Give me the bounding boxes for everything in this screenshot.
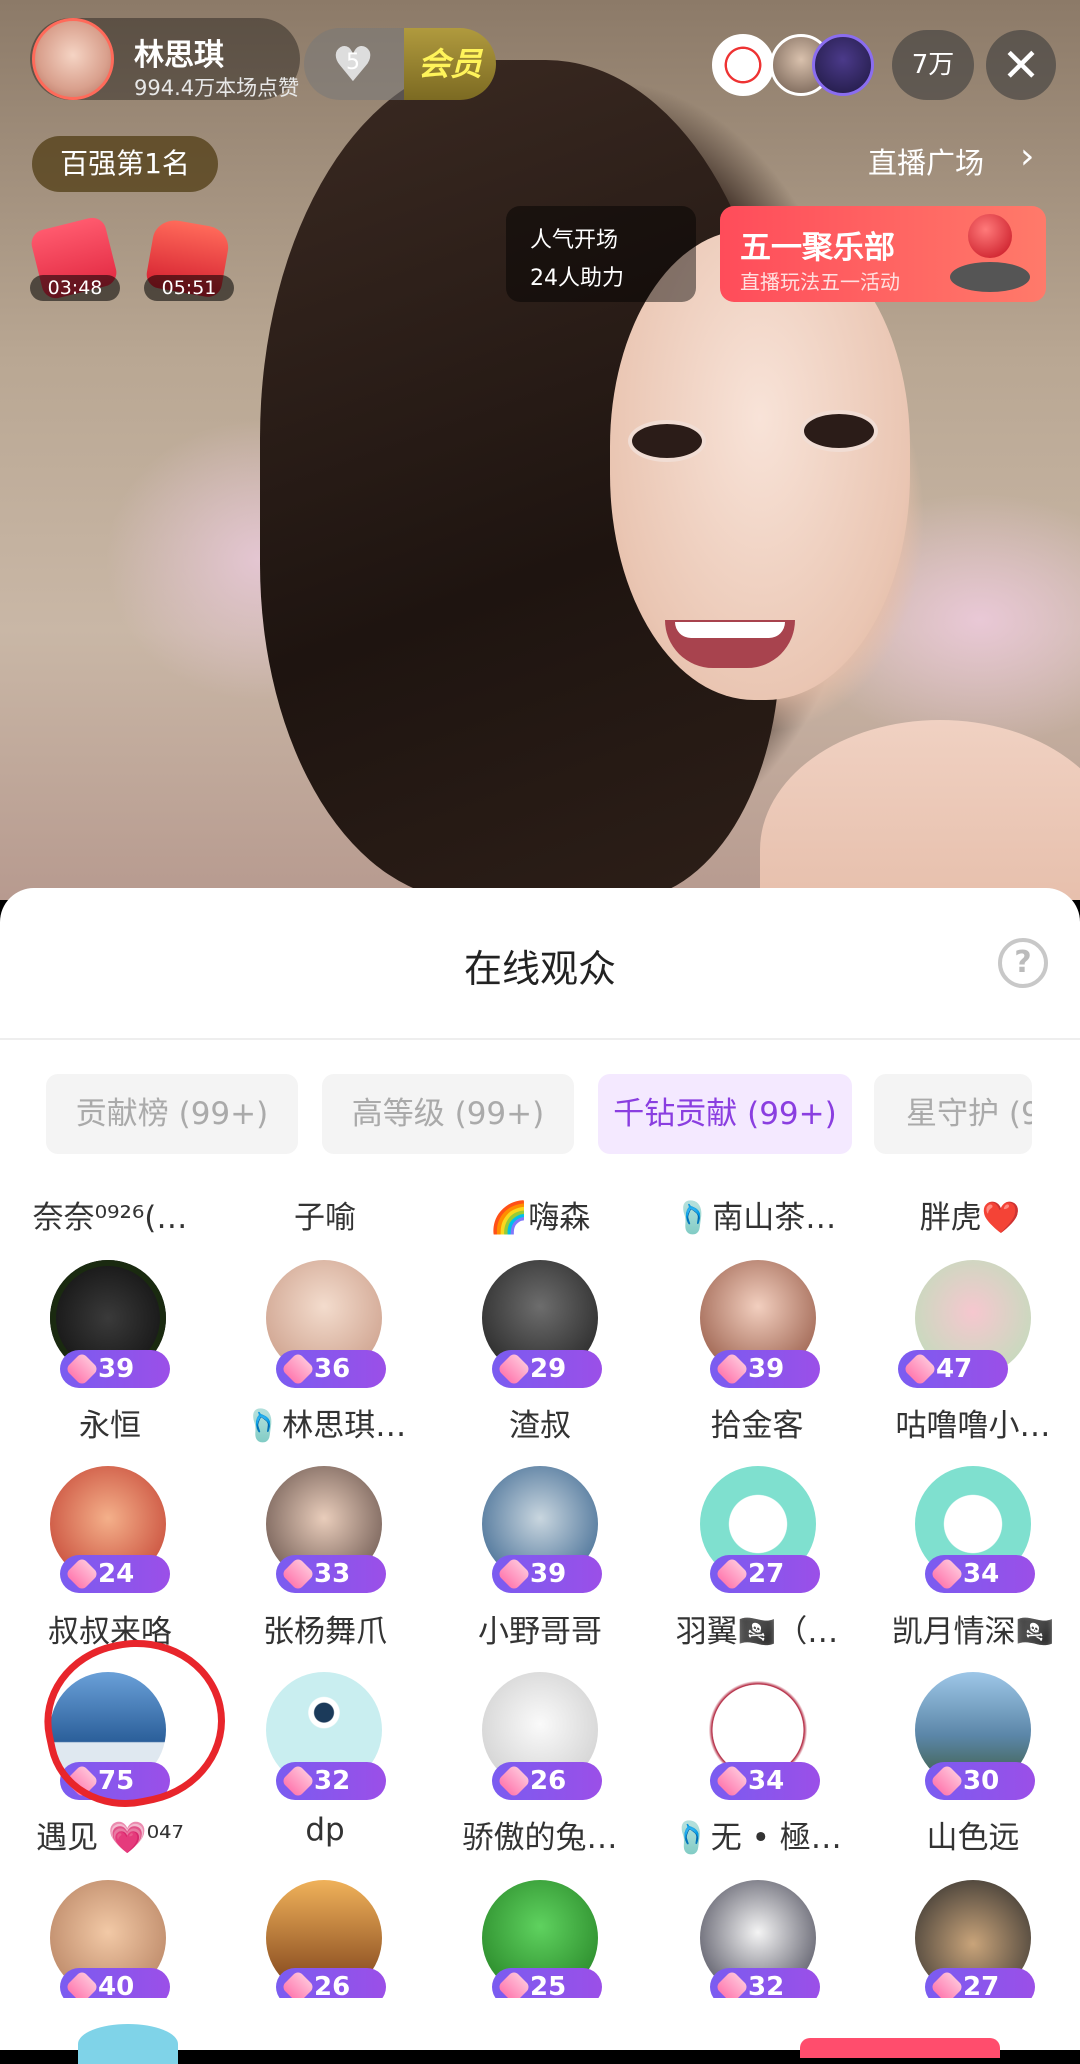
level-number: 36 <box>314 1354 351 1384</box>
gem-icon <box>930 1764 964 1798</box>
gem-icon <box>497 1764 531 1798</box>
tab-high-level[interactable]: 高等级 (99+) <box>322 1074 574 1154</box>
streamer-eye <box>628 420 706 462</box>
level-badge: 47 <box>898 1350 1008 1388</box>
level-badge: 33 <box>276 1555 386 1593</box>
joystick-icon-base <box>950 262 1030 292</box>
joystick-icon <box>968 214 1012 258</box>
viewer-name[interactable]: 骄傲的兔… <box>435 1812 645 1857</box>
envelope-timer: 05:51 <box>144 275 234 301</box>
gem-icon <box>715 1764 749 1798</box>
level-number: 27 <box>748 1559 785 1589</box>
level-badge: 39 <box>710 1350 820 1388</box>
gem-icon <box>497 1352 531 1386</box>
red-envelope[interactable]: 05:51 <box>144 215 234 301</box>
viewer-name[interactable]: 子喻 <box>225 1192 425 1237</box>
level-number: 34 <box>963 1559 1000 1589</box>
level-badge: 27 <box>710 1555 820 1593</box>
viewer-name[interactable]: 拾金客 <box>652 1400 862 1445</box>
vip-button[interactable]: 会员 <box>404 28 496 100</box>
bottom-mascot-icon[interactable] <box>78 2024 178 2064</box>
host-name[interactable]: 林思琪 <box>134 30 224 74</box>
audience-count-button[interactable]: 7万 <box>892 30 974 100</box>
viewer-name[interactable]: 🌈嗨森 <box>440 1192 640 1237</box>
gem-icon <box>281 1352 315 1386</box>
level-badge: 30 <box>925 1762 1035 1800</box>
viewer-name[interactable]: 🩴南山茶… <box>655 1192 855 1237</box>
streamer-eye <box>800 410 878 452</box>
live-square-link[interactable]: 直播广场 <box>868 140 984 182</box>
envelope-timer: 03:48 <box>30 275 120 301</box>
viewer-name[interactable]: 张杨舞爪 <box>220 1606 430 1651</box>
popularity-line2: 24人助力 <box>530 266 624 291</box>
help-icon[interactable]: ? <box>998 938 1048 988</box>
gem-icon <box>65 1352 99 1386</box>
level-number: 39 <box>748 1354 785 1384</box>
viewer-name[interactable]: 🩴无 • 極… <box>652 1812 862 1857</box>
viewer-name[interactable]: 🩴林思琪… <box>220 1400 430 1445</box>
level-badge: 36 <box>276 1350 386 1388</box>
level-number: 39 <box>98 1354 135 1384</box>
gem-icon <box>65 1557 99 1591</box>
level-number: 34 <box>748 1766 785 1796</box>
level-badge: 29 <box>492 1350 602 1388</box>
tab-star-guard[interactable]: 星守护 (9 <box>874 1074 1032 1154</box>
level-number: 30 <box>963 1766 1000 1796</box>
gem-icon <box>497 1557 531 1591</box>
viewer-name[interactable]: 咕噜噜小… <box>868 1400 1078 1445</box>
gem-icon <box>715 1557 749 1591</box>
tab-contribution[interactable]: 贡献榜 (99+) <box>46 1074 298 1154</box>
level-number: 47 <box>936 1354 973 1384</box>
viewer-name[interactable]: 渣叔 <box>435 1400 645 1445</box>
popularity-line1: 人气开场 <box>530 228 619 253</box>
sheet-title: 在线观众 <box>463 947 616 991</box>
gem-icon <box>281 1764 315 1798</box>
bottom-action-button[interactable] <box>800 2038 1000 2058</box>
top-viewer-avatar[interactable] <box>812 34 874 96</box>
viewer-name[interactable]: 山色远 <box>868 1812 1078 1857</box>
viewer-name[interactable]: 奈奈⁰⁹²⁶(… <box>10 1192 210 1237</box>
viewer-name[interactable]: 永恒 <box>5 1400 215 1445</box>
viewer-name[interactable]: 小野哥哥 <box>435 1606 645 1651</box>
live-video[interactable] <box>0 0 1080 900</box>
close-icon[interactable]: ✕ <box>986 30 1056 100</box>
level-number: 39 <box>530 1559 567 1589</box>
level-badge: 34 <box>710 1762 820 1800</box>
level-badge: 39 <box>60 1350 170 1388</box>
gem-icon <box>715 1352 749 1386</box>
viewer-name[interactable]: 遇见 💗⁰⁴⁷ <box>5 1812 215 1857</box>
level-number: 24 <box>98 1559 135 1589</box>
event-title: 五一聚乐部 <box>740 230 895 266</box>
streamer-teeth <box>675 622 785 638</box>
host-likes: 994.4万本场点赞 <box>134 76 300 100</box>
level-badge: 32 <box>276 1762 386 1800</box>
fan-level-number: 5 <box>346 50 360 75</box>
level-badge: 39 <box>492 1555 602 1593</box>
level-number: 32 <box>314 1766 351 1796</box>
event-subtitle: 直播玩法五一活动 <box>740 270 900 294</box>
red-envelope[interactable]: 03:48 <box>28 214 120 302</box>
viewer-name[interactable]: dp <box>220 1812 430 1848</box>
viewer-name[interactable]: 凯月情深🏴‍☠️ <box>868 1606 1078 1651</box>
rank-badge[interactable]: 百强第1名 <box>32 136 218 192</box>
host-avatar[interactable] <box>32 18 114 100</box>
gem-icon <box>281 1557 315 1591</box>
top-viewer-avatar[interactable] <box>712 34 774 96</box>
level-number: 29 <box>530 1354 567 1384</box>
viewer-name[interactable]: 羽翼🏴‍☠️（… <box>652 1606 862 1651</box>
chevron-right-icon[interactable]: › <box>1020 136 1034 177</box>
level-badge: 34 <box>925 1555 1035 1593</box>
gem-icon <box>903 1352 937 1386</box>
streamer-shoulder <box>760 720 1080 900</box>
level-badge: 26 <box>492 1762 602 1800</box>
divider <box>0 1038 1080 1040</box>
gem-icon <box>930 1557 964 1591</box>
level-badge: 24 <box>60 1555 170 1593</box>
viewer-name[interactable]: 胖虎❤️ <box>870 1192 1070 1237</box>
tab-diamond-contribution[interactable]: 千钻贡献 (99+) <box>598 1074 852 1154</box>
level-number: 33 <box>314 1559 351 1589</box>
level-number: 26 <box>530 1766 567 1796</box>
